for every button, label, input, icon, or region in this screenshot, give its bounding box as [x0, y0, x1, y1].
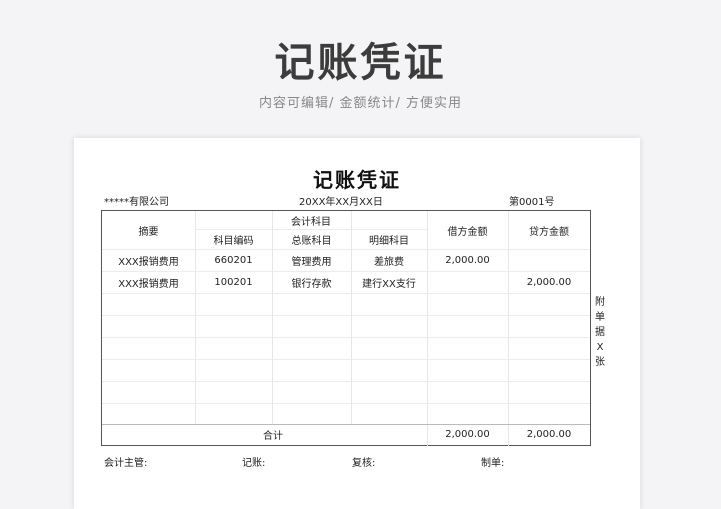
header-summary: 摘要	[138, 226, 159, 238]
voucher-number[interactable]: 第0001号	[509, 193, 554, 208]
header-credit: 贷方金额	[529, 226, 569, 238]
footer-bookkeeper: 记账:	[242, 458, 266, 469]
hero-title: 记账凭证	[274, 40, 447, 86]
total-label: 合计	[263, 431, 283, 442]
total-credit: 2,000.00	[526, 429, 572, 440]
voucher-table: 摘要 会计科目 科目编码 总账科目 明细科目 借方金额 贷方金额 XXX报销费用…	[101, 210, 591, 447]
header-general-ledger: 总账科目	[291, 235, 332, 247]
header-account-code: 科目编码	[213, 235, 254, 247]
row1-general[interactable]: 管理费用	[272, 249, 351, 271]
row2-detail[interactable]: 建行XX支行	[351, 271, 427, 293]
row1-summary[interactable]: XXX报销费用	[102, 249, 195, 271]
footer-preparer: 制单:	[481, 458, 505, 469]
total-debit: 2,000.00	[445, 429, 490, 440]
header-debit: 借方金额	[447, 226, 488, 238]
row1-detail[interactable]: 差旅费	[351, 249, 427, 271]
row1-code[interactable]: 660201	[195, 249, 272, 271]
voucher-date[interactable]: 20XX年XX月XX日	[299, 193, 383, 208]
hero-subtitle: 内容可编辑/ 金额统计/ 方便实用	[258, 96, 463, 111]
row1-credit[interactable]	[508, 249, 590, 271]
voucher-title: 记账凭证	[313, 168, 401, 192]
attachment-note: 附单据X张	[595, 297, 605, 368]
row1-debit[interactable]: 2,000.00	[427, 249, 508, 271]
footer-reviewer: 复核:	[352, 458, 376, 469]
company-name[interactable]: *****有限公司	[104, 193, 169, 208]
row2-general[interactable]: 银行存款	[272, 271, 351, 293]
row2-code[interactable]: 100201	[195, 271, 272, 293]
header-detail-account: 明细科目	[369, 235, 409, 247]
row2-credit[interactable]: 2,000.00	[508, 271, 590, 293]
row2-debit[interactable]	[427, 271, 508, 293]
row2-summary[interactable]: XXX报销费用	[102, 271, 195, 293]
header-account-group: 会计科目	[291, 216, 331, 228]
footer-supervisor: 会计主管:	[104, 458, 148, 469]
voucher-sheet: 记账凭证 *****有限公司 20XX年XX月XX日 第0001号 摘要 会计科…	[74, 138, 640, 509]
